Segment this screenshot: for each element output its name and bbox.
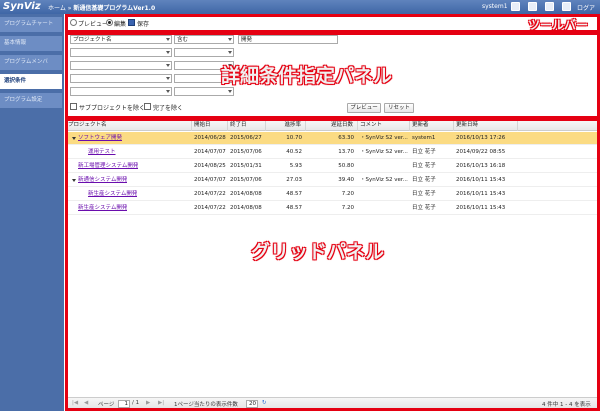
top-bar: SynViz ホーム » 新通信基礎プログラムVer1.0 system1 ログ… (0, 0, 600, 21)
sidebar-item-program-chart[interactable]: プログラムチャート (0, 17, 62, 32)
sidebar-item-program-members[interactable]: プログラムメンバ (0, 55, 62, 70)
user-name: system1 (482, 3, 508, 10)
sidebar-item-program-settings[interactable]: プログラム設定 (0, 93, 62, 108)
breadcrumb: ホーム » 新通信基礎プログラムVer1.0 (48, 3, 155, 12)
help-icon[interactable] (562, 2, 571, 11)
home-icon[interactable] (511, 2, 520, 11)
breadcrumb-home[interactable]: ホーム (48, 5, 66, 12)
breadcrumb-current: 新通信基礎プログラムVer1.0 (73, 5, 156, 12)
breadcrumb-separator: » (67, 5, 72, 12)
sidebar-item-basic-info[interactable]: 基本情報 (0, 36, 62, 51)
settings-icon[interactable] (545, 2, 554, 11)
sidebar-item-selection-conditions[interactable]: 選択条件 (0, 74, 62, 89)
condition-panel-highlight (65, 32, 600, 119)
window-icon[interactable] (528, 2, 537, 11)
grid-panel-highlight (65, 118, 600, 411)
app-logo[interactable]: SynViz (3, 1, 41, 12)
sidebar: プログラムチャート 基本情報 プログラムメンバ 選択条件 プログラム設定 (0, 14, 64, 411)
toolbar-highlight (65, 14, 600, 33)
